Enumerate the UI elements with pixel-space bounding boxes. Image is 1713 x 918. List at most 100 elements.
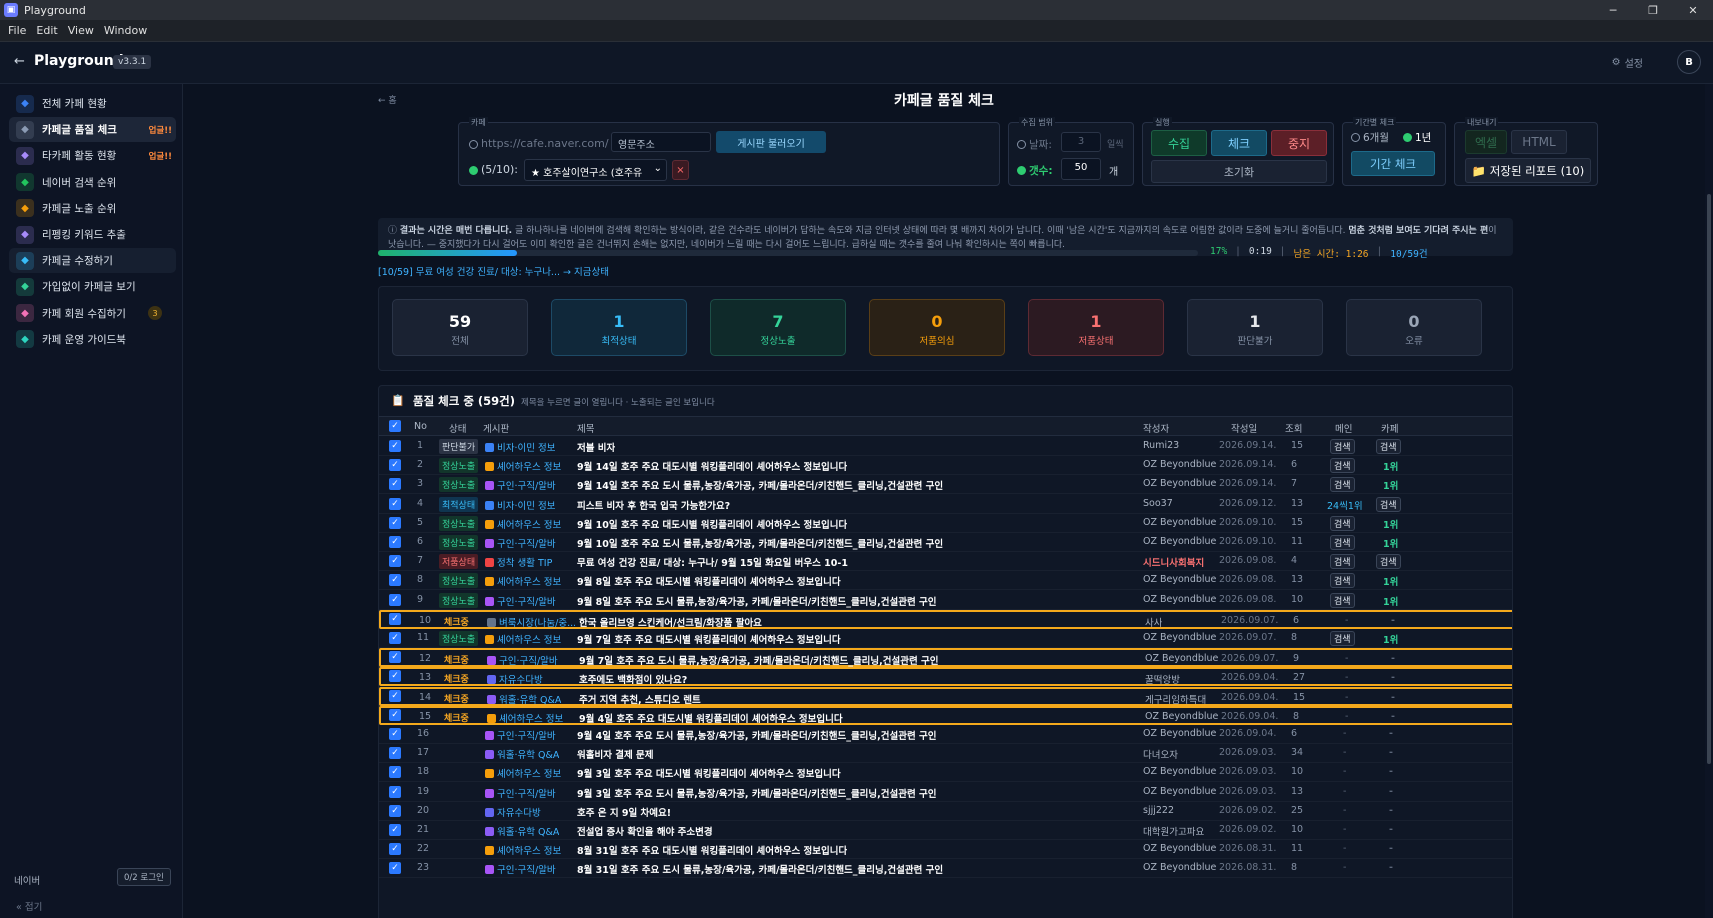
minimize-icon[interactable]: ─ xyxy=(1593,0,1633,20)
post-title-link[interactable]: 저블 비자 xyxy=(577,440,615,454)
summary-card[interactable]: 1 최적상태 xyxy=(551,299,687,356)
menu-view[interactable]: View xyxy=(68,24,94,37)
sidebar-item-0[interactable]: ◆ 전체 카페 현황 xyxy=(9,91,176,116)
board-link[interactable]: 구인·구직/알바 xyxy=(485,786,556,800)
scrollbar-thumb[interactable] xyxy=(1707,194,1711,764)
sidebar-item-1[interactable]: ◆ 카페글 품질 체크 업글!! xyxy=(9,117,176,143)
table-row[interactable]: ✓ 20 자유수다방 호주 온 지 9일 차예요! sjjj222 2026.09.02.… xyxy=(379,802,1512,821)
row-checkbox[interactable]: ✓ xyxy=(389,728,401,740)
collect-button[interactable]: 수집 xyxy=(1151,130,1207,156)
count-radio[interactable] xyxy=(1017,166,1026,175)
table-row[interactable]: ✓ 21 워홀·유학 Q&A 전설업 증사 확인을 해야 주소변경 대학원가고파요 202… xyxy=(379,821,1512,840)
post-title-link[interactable]: 9월 8일 호주 주요 도시 물류,농장/육가공, 카페/몰라온더/키친핸드_클… xyxy=(577,594,937,608)
post-title-link[interactable]: 무료 여성 건강 진료/ 대상: 누구나/ 9월 15일 화요일 버우스 10-… xyxy=(577,555,848,569)
row-checkbox[interactable]: ✓ xyxy=(389,497,401,510)
sidebar-item-4[interactable]: ◆ 카페글 노출 순위 xyxy=(9,196,176,221)
summary-card[interactable]: 1 판단불가 xyxy=(1187,299,1323,356)
row-checkbox[interactable]: ✓ xyxy=(389,804,401,817)
collapse-sidebar-button[interactable]: « 접기 xyxy=(16,899,42,913)
post-title-link[interactable]: 워홀비자 결제 문제 xyxy=(577,747,654,761)
table-row[interactable]: ✓ 2 정상노출 셰어하우스 정보 9월 14일 호주 주요 대도시별 워킹플리데이 셰… xyxy=(379,456,1512,476)
board-link[interactable]: 워홀·유학 Q&A xyxy=(485,747,559,761)
row-checkbox[interactable]: ✓ xyxy=(389,651,401,664)
menu-window[interactable]: Window xyxy=(104,24,147,37)
board-link[interactable]: 구인·구직/알바 xyxy=(485,478,556,492)
excel-button[interactable]: 엑셀 xyxy=(1465,130,1507,154)
table-row[interactable]: ✓ 10 체크중 벼룩시장(나눔/중... 한국 올리브영 스킨케어/선크림/화장품 팔… xyxy=(379,609,1512,629)
avatar[interactable]: B xyxy=(1677,50,1701,74)
reset-button[interactable]: 초기화 xyxy=(1151,160,1327,183)
sidebar-item-8[interactable]: ◆ 카페 회원 수집하기 3 xyxy=(9,301,176,326)
board-link[interactable]: 워홀·유학 Q&A xyxy=(485,824,559,838)
board-link[interactable]: 구인·구직/알바 xyxy=(485,862,556,876)
post-title-link[interactable]: 9월 8일 호주 주요 대도시별 워킹플리데이 셰어하우스 정보입니다 xyxy=(577,574,841,588)
saved-reports-button[interactable]: 📁 저장된 리포트 (10) xyxy=(1465,158,1591,183)
sidebar-item-3[interactable]: ◆ 네이버 검색 순위 xyxy=(9,170,176,195)
period-6m-radio[interactable] xyxy=(1351,133,1360,142)
table-row[interactable]: ✓ 23 구인·구직/알바 8월 31일 호주 주요 도시 물류,농장/육가공, 카페… xyxy=(379,859,1512,879)
check-button[interactable]: 체크 xyxy=(1211,130,1267,156)
select-all-checkbox[interactable]: ✓ xyxy=(389,420,401,432)
close-icon[interactable]: ✕ xyxy=(1673,0,1713,20)
count-input[interactable]: 50 xyxy=(1061,158,1101,180)
selected-radio[interactable] xyxy=(469,166,478,175)
row-checkbox[interactable]: ✓ xyxy=(389,785,401,798)
board-link[interactable]: 비자·이민 정보 xyxy=(485,498,555,512)
table-row[interactable]: ✓ 4 최적상태 비자·이민 정보 피스트 비자 후 한국 입국 가능한가요? Soo37… xyxy=(379,495,1512,514)
sidebar-item-5[interactable]: ◆ 리펭킹 키워드 추출 xyxy=(9,222,176,247)
post-title-link[interactable]: 9월 14일 호주 주요 도시 물류,농장/육가공, 카페/몰라온더/키친핸드_… xyxy=(577,478,943,492)
row-checkbox[interactable]: ✓ xyxy=(389,516,401,529)
table-row[interactable]: ✓ 22 셰어하우스 정보 8월 31일 호주 주요 대도시별 워킹플리데이 셰어하우… xyxy=(379,840,1512,860)
row-checkbox[interactable]: ✓ xyxy=(389,824,401,836)
post-title-link[interactable]: 피스트 비자 후 한국 입국 가능한가요? xyxy=(577,498,730,512)
summary-card[interactable]: 59 전체 xyxy=(392,299,528,356)
table-row[interactable]: ✓ 14 체크중 워홀·유학 Q&A 주거 지역 추천, 스튜디오 렌트 게구리임하특대 2… xyxy=(379,686,1512,706)
post-title-link[interactable]: 9월 7일 호주 주요 도시 물류,농장/육가공, 카페/몰라온더/키친핸드_클… xyxy=(579,653,939,667)
board-link[interactable]: 셰어하우스 정보 xyxy=(485,843,561,857)
row-checkbox[interactable]: ✓ xyxy=(389,689,401,702)
post-title-link[interactable]: 8월 31일 호주 주요 도시 물류,농장/육가공, 카페/몰라온더/키친핸드_… xyxy=(577,862,943,876)
post-title-link[interactable]: 9월 10일 호주 주요 도시 물류,농장/육가공, 카페/몰라온더/키친핸드_… xyxy=(577,536,943,550)
table-row[interactable]: ✓ 11 정상노출 셰어하우스 정보 9월 7일 호주 주요 대도시별 워킹플리데이 셰… xyxy=(379,629,1512,648)
board-link[interactable]: 셰어하우스 정보 xyxy=(485,459,561,473)
board-link[interactable]: 셰어하우스 정보 xyxy=(485,574,561,588)
sidebar-item-6[interactable]: ◆ 카페글 수정하기 xyxy=(9,248,176,274)
table-row[interactable]: ✓ 16 구인·구직/알바 9월 4일 호주 주요 도시 물류,농장/육가공, 카페/… xyxy=(379,725,1512,744)
row-checkbox[interactable]: ✓ xyxy=(389,555,401,568)
table-row[interactable]: ✓ 18 셰어하우스 정보 9월 3일 호주 주요 대도시별 워킹플리데이 셰어하우스… xyxy=(379,763,1512,783)
board-link[interactable]: 구인·구직/알바 xyxy=(485,728,556,742)
table-row[interactable]: ✓ 9 정상노출 구인·구직/알바 9월 8일 호주 주요 도시 물류,농장/육가공, … xyxy=(379,591,1512,610)
table-row[interactable]: ✓ 13 체크중 자유수다방 호주에도 백화점이 있나요? 꿀떡앙방 2026.09.04.… xyxy=(379,667,1512,687)
table-row[interactable]: ✓ 17 워홀·유학 Q&A 워홀비자 결제 문제 다녀오자 2026.09.03. 34 -… xyxy=(379,744,1512,764)
maximize-icon[interactable]: ❐ xyxy=(1633,0,1673,20)
login-count-button[interactable]: 0/2 로그인 xyxy=(117,868,171,886)
board-link[interactable]: 셰어하우스 정보 xyxy=(485,517,561,531)
table-row[interactable]: ✓ 6 정상노출 구인·구직/알바 9월 10일 호주 주요 도시 물류,농장/육가공,… xyxy=(379,533,1512,552)
period-1y-radio[interactable] xyxy=(1403,133,1412,142)
row-checkbox[interactable]: ✓ xyxy=(389,478,401,491)
sidebar-item-9[interactable]: ◆ 카페 운영 가이드북 xyxy=(9,327,176,352)
url-placeholder[interactable]: https://cafe.naver.com/ xyxy=(481,137,609,150)
days-radio[interactable] xyxy=(1017,140,1026,149)
row-checkbox[interactable]: ✓ xyxy=(389,440,401,452)
summary-card[interactable]: 7 정상노출 xyxy=(710,299,846,356)
sidebar-item-7[interactable]: ◆ 가입없이 카페글 보기 xyxy=(9,274,176,299)
post-title-link[interactable]: 주거 지역 추천, 스튜디오 렌트 xyxy=(579,692,701,706)
summary-card[interactable]: 0 오류 xyxy=(1346,299,1482,356)
board-link[interactable]: 셰어하우스 정보 xyxy=(487,711,563,725)
stop-button[interactable]: 중지 xyxy=(1271,130,1327,156)
post-title-link[interactable]: 9월 7일 호주 주요 대도시별 워킹플리데이 셰어하우스 정보입니다 xyxy=(577,632,841,646)
row-checkbox[interactable]: ✓ xyxy=(389,747,401,760)
board-link[interactable]: 워홀·유학 Q&A xyxy=(487,692,561,706)
board-link[interactable]: 자유수다방 xyxy=(487,672,543,686)
settings-button[interactable]: ⚙ 설정 xyxy=(1612,55,1643,70)
row-checkbox[interactable]: ✓ xyxy=(389,536,401,548)
summary-card[interactable]: 1 저품상태 xyxy=(1028,299,1164,356)
cafe-select[interactable]: ★ 호주살이연구소 (호주유 ⌄ xyxy=(524,159,667,181)
period-check-button[interactable]: 기간 체크 xyxy=(1351,151,1435,176)
post-title-link[interactable]: 9월 3일 호주 주요 도시 물류,농장/육가공, 카페/몰라온더/키친핸드_클… xyxy=(577,786,937,800)
board-link[interactable]: 구인·구직/알바 xyxy=(487,653,558,667)
board-link[interactable]: 셰어하우스 정보 xyxy=(485,766,561,780)
board-link[interactable]: 벼룩시장(나눔/중... xyxy=(487,615,575,629)
back-arrow-icon[interactable]: ← xyxy=(14,54,25,69)
